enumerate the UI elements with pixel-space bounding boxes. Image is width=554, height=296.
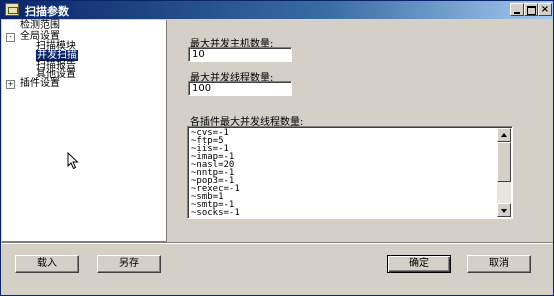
list-item: ~socks=-1 <box>191 208 240 218</box>
plugin-threads-textarea[interactable]: ~cvs=-1 ~ftp=5 ~iis=-1 ~imap=-1 ~nasl=20… <box>187 126 513 219</box>
app-icon <box>5 3 19 16</box>
minimize-button[interactable] <box>510 3 524 16</box>
mouse-cursor-icon <box>67 152 79 170</box>
tree-item-plugin-settings[interactable]: 插件设置 <box>20 78 60 89</box>
collapse-icon[interactable]: - <box>6 33 15 42</box>
max-threads-input[interactable]: 100 <box>188 81 292 96</box>
scroll-down-icon[interactable] <box>497 203 511 217</box>
scroll-thumb[interactable] <box>497 142 511 182</box>
expand-icon[interactable]: + <box>6 80 15 89</box>
tree-item-label: 检测范围 <box>20 20 60 31</box>
load-button[interactable]: 载入 <box>15 255 79 273</box>
scroll-up-icon[interactable] <box>497 128 511 142</box>
close-button[interactable]: × <box>538 3 552 16</box>
max-hosts-input[interactable]: 10 <box>188 47 292 62</box>
save-as-button[interactable]: 另存 <box>97 255 161 273</box>
cancel-button[interactable]: 取消 <box>467 255 531 273</box>
dialog-window: 扫描参数 × 检测范围 - 全局设置 扫描模块 并发扫描 扫描报告 其他设置 +… <box>0 0 554 296</box>
tree-item-label: 插件设置 <box>20 78 60 89</box>
divider <box>1 242 553 244</box>
maximize-button[interactable] <box>524 3 538 16</box>
title-bar[interactable]: 扫描参数 × <box>1 1 553 19</box>
window-title: 扫描参数 <box>25 5 69 18</box>
ok-button[interactable]: 确定 <box>387 255 451 273</box>
settings-tree[interactable]: 检测范围 - 全局设置 扫描模块 并发扫描 扫描报告 其他设置 + 插件设置 <box>2 20 167 242</box>
vertical-scrollbar[interactable] <box>497 128 511 217</box>
tree-item-scan-range[interactable]: 检测范围 <box>20 20 60 31</box>
